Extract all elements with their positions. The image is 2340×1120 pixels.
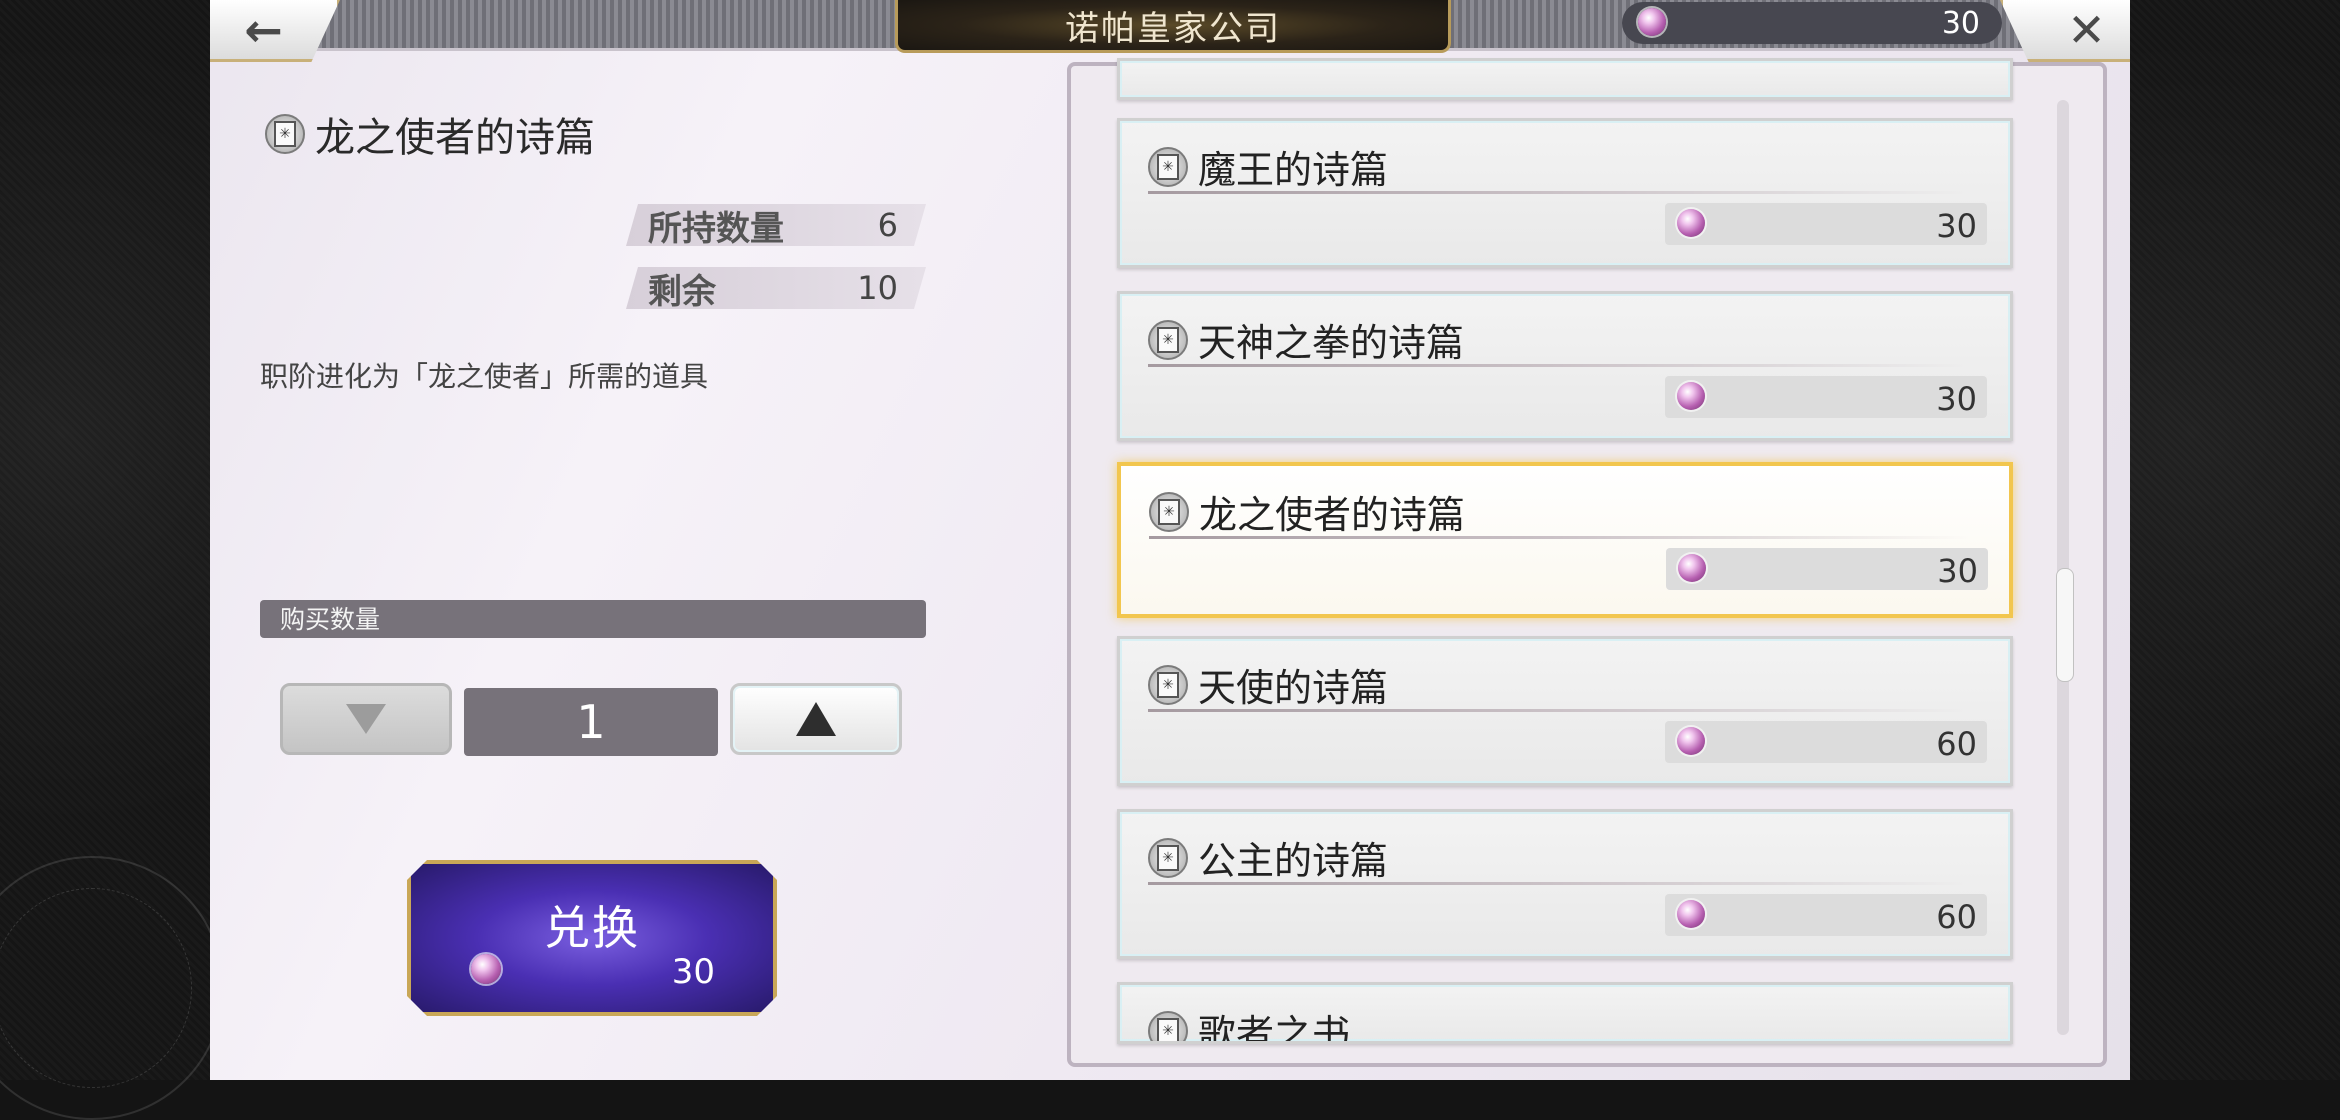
item-name: 龙之使者的诗篇 [315,115,595,161]
stat-remaining-value: 10 [857,269,898,307]
list-item[interactable]: ✳ 公主的诗篇 60 [1117,809,2013,959]
list-item-name: 龙之使者的诗篇 [1199,493,1466,537]
list-item-name: 公主的诗篇 [1198,839,1389,883]
book-icon: ✳ [1148,1010,1188,1041]
exchange-button[interactable]: 兑换 30 [407,860,777,1016]
back-button[interactable]: ← [210,0,340,62]
currency-value: 30 [1941,6,1980,41]
stat-remaining: 剩余 10 [626,267,926,309]
divider [1148,709,1968,712]
gem-icon [1678,554,1706,582]
book-icon: ✳ [1148,319,1188,360]
price-value: 30 [1936,380,1977,418]
close-icon: ✕ [2067,2,2106,57]
divider [1148,191,1968,194]
divider [1148,882,1968,885]
left-background [0,0,224,1120]
stat-owned: 所持数量 6 [626,204,926,246]
chevron-down-icon [346,704,386,734]
price-value: 60 [1936,898,1977,936]
right-background [2130,0,2340,1080]
list-item-name: 天神之拳的诗篇 [1198,321,1465,365]
stat-owned-value: 6 [877,206,898,244]
currency-display: 30 [1622,2,2002,44]
list-item[interactable]: ✳ 魔王的诗篇 30 [1117,118,2013,268]
price-tag: 60 [1665,721,1987,763]
gem-icon [1677,900,1705,928]
back-arrow-icon: ← [244,2,283,57]
price-tag: 30 [1666,548,1988,590]
book-icon: ✳ [1149,491,1189,532]
exchange-cost: 30 [671,952,715,992]
shop-title-plate: 诺帕皇家公司 [895,0,1451,53]
book-icon: ✳ [1148,664,1188,705]
list-item-name: 天使的诗篇 [1198,666,1389,710]
book-icon: ✳ [265,114,305,154]
price-value: 60 [1936,725,1977,763]
gem-icon [1677,209,1705,237]
stat-owned-label: 所持数量 [648,208,784,249]
book-icon: ✳ [1148,837,1188,878]
gem-icon [1638,8,1666,36]
quantity-header: 购买数量 [260,600,926,638]
price-tag: 30 [1665,203,1987,245]
list-item-selected[interactable]: ✳ 龙之使者的诗篇 30 [1117,462,2013,618]
price-tag: 60 [1665,894,1987,936]
list-item-name: 魔王的诗篇 [1198,148,1389,192]
divider [1148,364,1968,367]
close-button[interactable]: ✕ [2000,0,2130,62]
decorative-emblem [0,856,224,1120]
list-item[interactable]: ✳ 天神之拳的诗篇 30 [1117,291,2013,441]
list-item[interactable]: ✳ 歌者之书 [1117,982,2013,1044]
quantity-increase-button[interactable] [730,683,902,755]
price-value: 30 [1937,552,1978,590]
gem-icon [1677,382,1705,410]
item-detail-title: ✳ 龙之使者的诗篇 [265,105,595,163]
list-item-name: 歌者之书 [1198,1012,1351,1044]
chevron-up-icon [796,702,836,736]
exchange-label: 兑换 [544,901,640,955]
quantity-decrease-button[interactable] [280,683,452,755]
list-item[interactable]: ✳ 天使的诗篇 60 [1117,636,2013,786]
price-tag: 30 [1665,376,1987,418]
price-value: 30 [1936,207,1977,245]
divider [1149,536,1969,539]
shop-title: 诺帕皇家公司 [1065,8,1281,49]
item-description: 职阶进化为「龙之使者」所需的道具 [260,360,709,393]
stat-remaining-label: 剩余 [648,271,716,312]
quantity-value: 1 [464,688,718,756]
list-item-partial[interactable] [1117,58,2013,100]
gem-icon [1677,727,1705,755]
scrollbar-thumb[interactable] [2056,568,2074,682]
gem-icon [471,954,501,984]
book-icon: ✳ [1148,146,1188,187]
